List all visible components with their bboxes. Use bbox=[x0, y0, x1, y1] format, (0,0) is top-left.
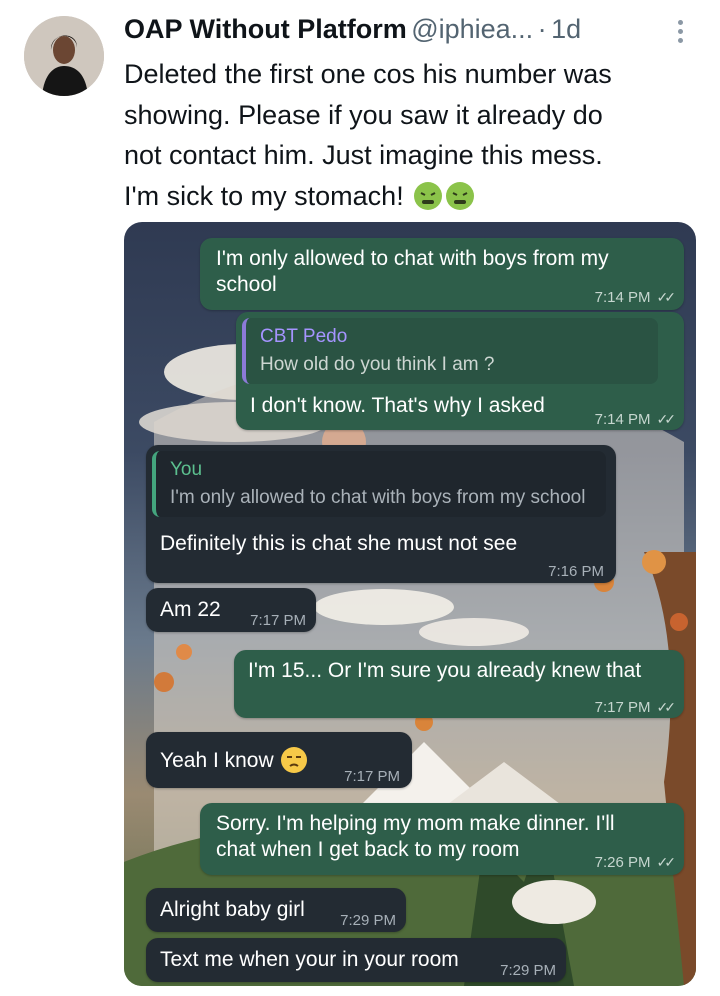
message-time: 7:14 PM bbox=[594, 289, 651, 306]
unamused-face-icon bbox=[280, 747, 307, 773]
message-bubble[interactable]: I'm 15... Or I'm sure you already knew t… bbox=[234, 650, 684, 718]
message-meta: 7:29 PM bbox=[340, 908, 396, 934]
message-text: Sorry. I'm helping my mom make dinner. I… bbox=[216, 812, 615, 861]
read-receipt-icon: ✓✓ bbox=[656, 854, 677, 870]
message-bubble[interactable]: I'm only allowed to chat with boys from … bbox=[200, 238, 684, 310]
display-name[interactable]: OAP Without Platform bbox=[124, 14, 407, 44]
message-time: 7:17 PM bbox=[344, 768, 400, 785]
reply-quote[interactable]: You I'm only allowed to chat with boys f… bbox=[152, 451, 606, 517]
message-body: Yeah I know bbox=[160, 749, 274, 772]
read-receipt-icon: ✓✓ bbox=[656, 289, 677, 305]
nauseated-face-icon bbox=[446, 181, 475, 210]
message-meta: 7:17 PM bbox=[344, 764, 400, 790]
message-time: 7:17 PM bbox=[250, 612, 306, 629]
avatar-photo bbox=[24, 16, 104, 96]
message-text: I'm 15... Or I'm sure you already knew t… bbox=[248, 659, 642, 682]
message-time: 7:26 PM bbox=[594, 854, 651, 871]
message-bubble[interactable]: CBT Pedo How old do you think I am ? I d… bbox=[236, 312, 684, 430]
message-time: 7:16 PM bbox=[548, 563, 604, 580]
message-bubble[interactable]: You I'm only allowed to chat with boys f… bbox=[146, 445, 616, 583]
message-text: Alright baby girl bbox=[160, 898, 305, 921]
tweet-header: OAP Without Platform @iphiea... · 1d bbox=[124, 14, 684, 50]
tweet-body: Deleted the first one cos his number was… bbox=[124, 59, 612, 211]
user-handle[interactable]: @iphiea... bbox=[411, 14, 533, 44]
tweet-media-image[interactable]: I'm only allowed to chat with boys from … bbox=[124, 222, 696, 986]
quote-text: How old do you think I am ? bbox=[260, 354, 495, 375]
message-bubble[interactable]: Alright baby girl 7:29 PM bbox=[146, 888, 406, 932]
message-time: 7:14 PM bbox=[594, 411, 651, 428]
message-time: 7:29 PM bbox=[500, 962, 556, 979]
message-meta: 7:17 PM bbox=[250, 608, 306, 634]
tweet-text: Deleted the first one cos his number was… bbox=[124, 54, 704, 216]
message-text: Am 22 bbox=[160, 598, 221, 621]
tweet-timestamp[interactable]: 1d bbox=[551, 14, 581, 44]
message-meta: 7:16 PM bbox=[548, 559, 604, 585]
message-bubble[interactable]: Sorry. I'm helping my mom make dinner. I… bbox=[200, 803, 684, 875]
message-time: 7:17 PM bbox=[594, 699, 651, 716]
message-meta: 7:14 PM ✓✓ bbox=[594, 406, 677, 433]
reply-quote[interactable]: CBT Pedo How old do you think I am ? bbox=[242, 318, 658, 384]
message-bubble[interactable]: Text me when your in your room 7:29 PM bbox=[146, 938, 566, 982]
more-options-icon[interactable] bbox=[668, 16, 692, 46]
message-time: 7:29 PM bbox=[340, 912, 396, 929]
message-text: Text me when your in your room bbox=[160, 948, 459, 971]
quote-author: CBT Pedo bbox=[260, 326, 348, 347]
message-meta: 7:17 PM ✓✓ bbox=[594, 694, 677, 721]
quote-author: You bbox=[170, 459, 203, 480]
message-meta: 7:29 PM bbox=[500, 958, 556, 984]
read-receipt-icon: ✓✓ bbox=[656, 699, 677, 715]
read-receipt-icon: ✓✓ bbox=[656, 411, 677, 427]
message-text: I don't know. That's why I asked bbox=[250, 394, 545, 417]
message-text: Definitely this is chat she must not see bbox=[160, 532, 518, 555]
separator-dot: · bbox=[537, 14, 547, 44]
quote-text: I'm only allowed to chat with boys from … bbox=[170, 487, 586, 508]
message-bubble[interactable]: Yeah I know 7:17 PM bbox=[146, 732, 412, 788]
message-meta: 7:26 PM ✓✓ bbox=[594, 849, 677, 876]
message-meta: 7:14 PM ✓✓ bbox=[594, 284, 677, 311]
message-bubble[interactable]: Am 22 7:17 PM bbox=[146, 588, 316, 632]
avatar[interactable] bbox=[24, 16, 104, 96]
message-text: Yeah I know bbox=[160, 746, 308, 774]
nauseated-face-icon bbox=[414, 181, 443, 210]
